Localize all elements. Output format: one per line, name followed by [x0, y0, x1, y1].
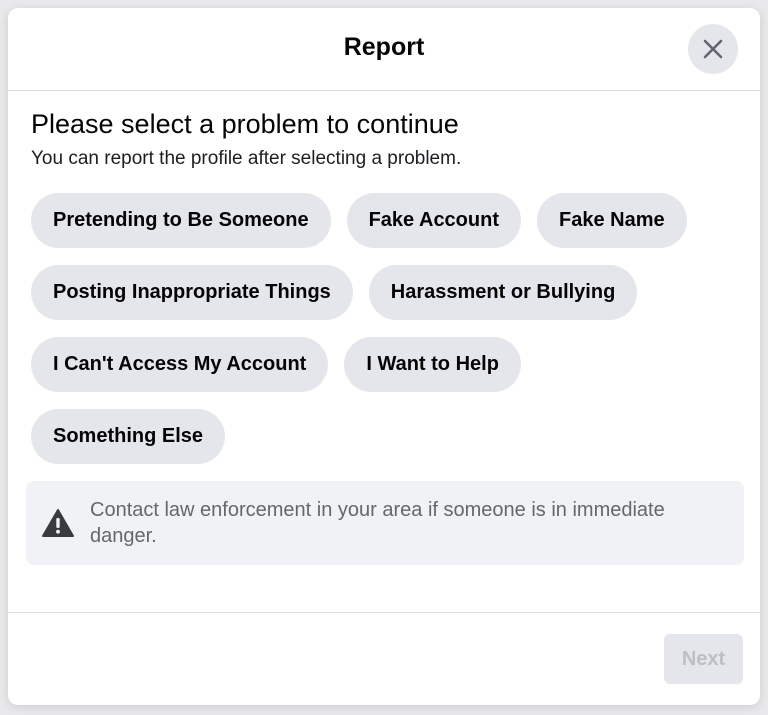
dialog-body: Please select a problem to continue You …	[8, 91, 760, 565]
dialog-header: Report	[8, 8, 760, 91]
option-pretending-to-be-someone[interactable]: Pretending to Be Someone	[31, 193, 331, 248]
option-row: Pretending to Be Someone Fake Account Fa…	[31, 193, 737, 248]
dialog-footer: Next	[8, 612, 760, 705]
problem-options: Pretending to Be Someone Fake Account Fa…	[31, 193, 737, 464]
option-posting-inappropriate-things[interactable]: Posting Inappropriate Things	[31, 265, 353, 320]
notice-text: Contact law enforcement in your area if …	[90, 499, 665, 547]
report-dialog: Report Please select a problem to contin…	[8, 8, 760, 705]
option-row: Posting Inappropriate Things Harassment …	[31, 265, 737, 320]
option-fake-account[interactable]: Fake Account	[346, 193, 521, 248]
problem-subheading: You can report the profile after selecti…	[31, 148, 462, 169]
problem-heading: Please select a problem to continue	[31, 109, 459, 139]
option-fake-name[interactable]: Fake Name	[537, 193, 687, 248]
safety-notice: Contact law enforcement in your area if …	[26, 481, 744, 565]
close-button[interactable]	[688, 24, 738, 74]
option-something-else[interactable]: Something Else	[31, 409, 226, 464]
warning-icon	[40, 505, 76, 541]
next-button[interactable]: Next	[664, 634, 743, 684]
close-icon	[703, 39, 723, 59]
option-row: I Can't Access My Account I Want to Help	[31, 337, 737, 392]
dialog-title: Report	[343, 33, 425, 61]
option-row: Something Else	[31, 409, 737, 464]
option-cant-access-account[interactable]: I Can't Access My Account	[31, 337, 329, 392]
option-want-to-help[interactable]: I Want to Help	[344, 337, 521, 392]
option-harassment-or-bullying[interactable]: Harassment or Bullying	[368, 265, 638, 320]
